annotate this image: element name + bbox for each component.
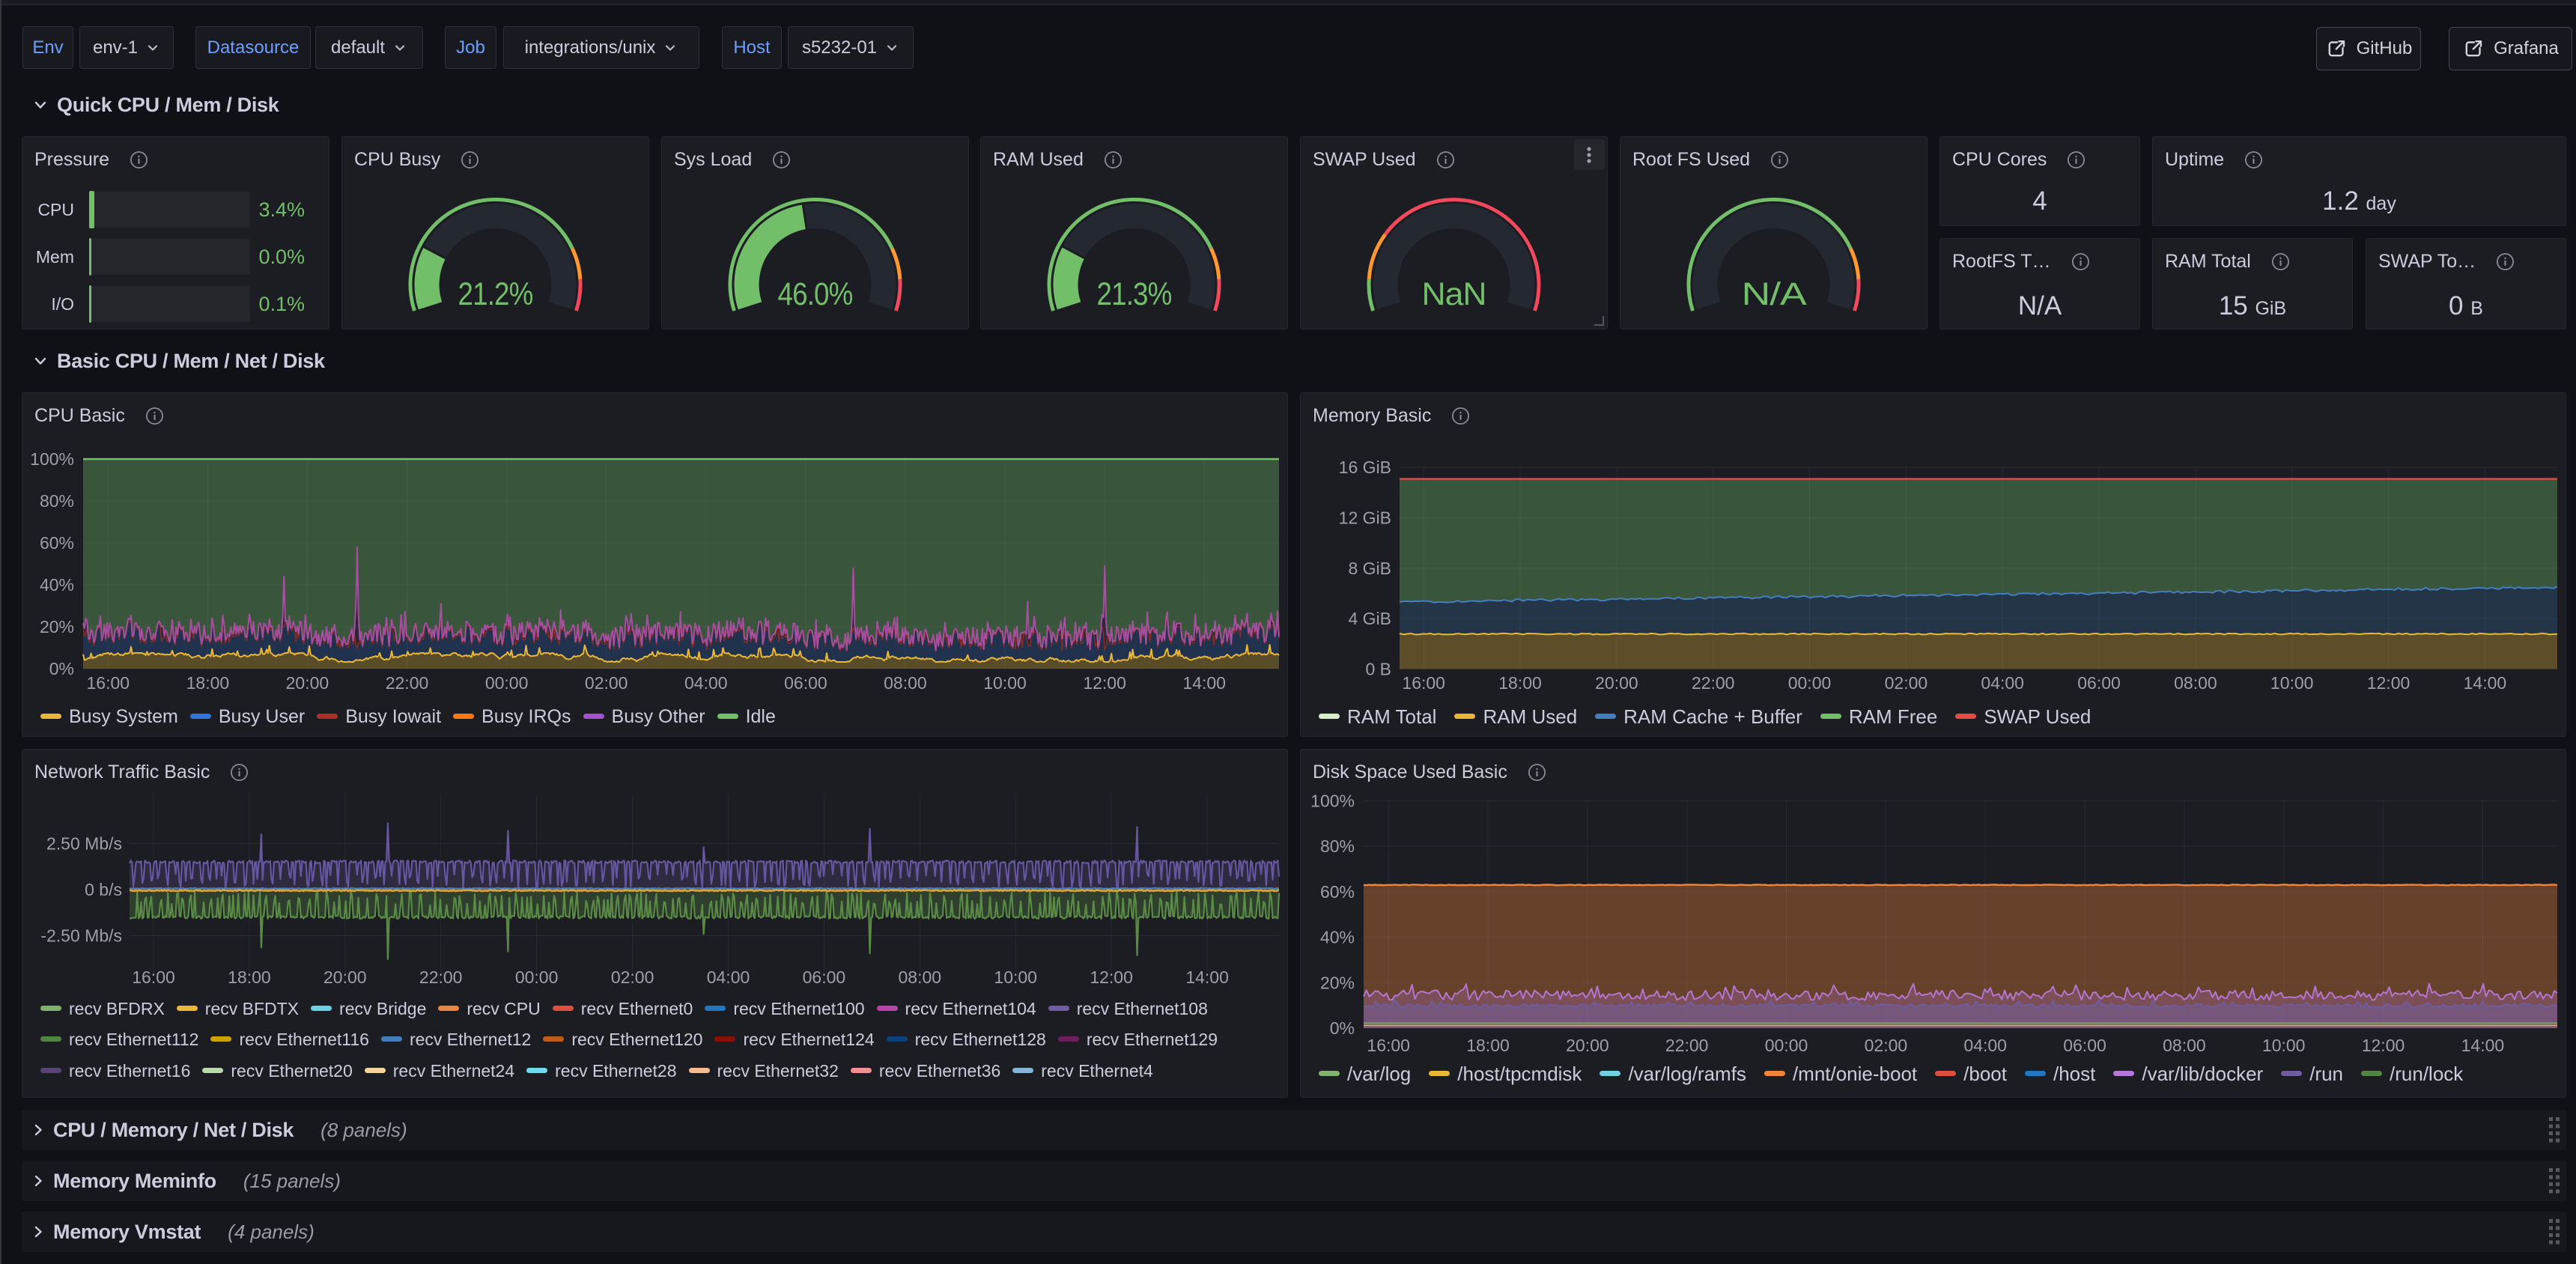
svg-text:0 b/s: 0 b/s bbox=[85, 880, 122, 899]
svg-text:14:00: 14:00 bbox=[2464, 673, 2507, 693]
svg-text:12:00: 12:00 bbox=[2367, 673, 2411, 693]
svg-text:80%: 80% bbox=[1320, 836, 1355, 856]
svg-text:10:00: 10:00 bbox=[2262, 1036, 2306, 1055]
svg-text:10:00: 10:00 bbox=[994, 967, 1037, 987]
svg-text:08:00: 08:00 bbox=[2174, 673, 2217, 693]
svg-text:18:00: 18:00 bbox=[228, 967, 271, 987]
svg-text:06:00: 06:00 bbox=[2063, 1036, 2106, 1055]
svg-text:60%: 60% bbox=[40, 533, 74, 553]
svg-text:18:00: 18:00 bbox=[1466, 1036, 1510, 1055]
svg-text:21.3%: 21.3% bbox=[1097, 276, 1172, 312]
svg-text:02:00: 02:00 bbox=[585, 673, 628, 693]
svg-text:21.2%: 21.2% bbox=[458, 276, 533, 312]
svg-text:20:00: 20:00 bbox=[1595, 673, 1638, 693]
svg-text:46.0%: 46.0% bbox=[778, 276, 853, 312]
svg-text:08:00: 08:00 bbox=[884, 673, 927, 693]
svg-text:12 GiB: 12 GiB bbox=[1339, 508, 1391, 527]
svg-text:16 GiB: 16 GiB bbox=[1339, 458, 1391, 477]
svg-text:06:00: 06:00 bbox=[2077, 673, 2121, 693]
svg-text:4 GiB: 4 GiB bbox=[1348, 609, 1391, 628]
svg-text:00:00: 00:00 bbox=[1788, 673, 1832, 693]
svg-text:02:00: 02:00 bbox=[611, 967, 654, 987]
svg-text:20:00: 20:00 bbox=[1566, 1036, 1609, 1055]
svg-text:10:00: 10:00 bbox=[983, 673, 1027, 693]
svg-text:22:00: 22:00 bbox=[386, 673, 429, 693]
svg-text:N/A: N/A bbox=[1742, 276, 1808, 312]
svg-text:16:00: 16:00 bbox=[87, 673, 130, 693]
svg-text:18:00: 18:00 bbox=[1498, 673, 1542, 693]
svg-text:14:00: 14:00 bbox=[2461, 1036, 2505, 1055]
svg-text:60%: 60% bbox=[1320, 882, 1355, 902]
svg-text:14:00: 14:00 bbox=[1182, 673, 1226, 693]
svg-text:04:00: 04:00 bbox=[1963, 1036, 2007, 1055]
svg-text:10:00: 10:00 bbox=[2270, 673, 2314, 693]
svg-text:8 GiB: 8 GiB bbox=[1348, 559, 1391, 578]
svg-text:04:00: 04:00 bbox=[684, 673, 728, 693]
svg-text:12:00: 12:00 bbox=[1090, 967, 1133, 987]
svg-text:02:00: 02:00 bbox=[1865, 1036, 1908, 1055]
svg-text:16:00: 16:00 bbox=[132, 967, 175, 987]
svg-text:80%: 80% bbox=[40, 491, 74, 511]
svg-text:100%: 100% bbox=[30, 449, 74, 469]
svg-text:02:00: 02:00 bbox=[1885, 673, 1928, 693]
svg-text:18:00: 18:00 bbox=[186, 673, 230, 693]
svg-text:20:00: 20:00 bbox=[286, 673, 329, 693]
svg-text:2.50 Mb/s: 2.50 Mb/s bbox=[46, 834, 122, 854]
svg-text:12:00: 12:00 bbox=[1083, 673, 1126, 693]
svg-text:20%: 20% bbox=[1320, 973, 1355, 992]
svg-text:-2.50 Mb/s: -2.50 Mb/s bbox=[40, 926, 122, 946]
svg-text:0%: 0% bbox=[1330, 1018, 1355, 1038]
svg-text:08:00: 08:00 bbox=[899, 967, 942, 987]
svg-text:22:00: 22:00 bbox=[1665, 1036, 1709, 1055]
svg-text:20%: 20% bbox=[40, 617, 74, 636]
svg-text:22:00: 22:00 bbox=[1692, 673, 1735, 693]
svg-text:14:00: 14:00 bbox=[1185, 967, 1229, 987]
svg-text:12:00: 12:00 bbox=[2362, 1036, 2405, 1055]
svg-text:22:00: 22:00 bbox=[419, 967, 463, 987]
svg-text:0 B: 0 B bbox=[1365, 659, 1391, 678]
svg-text:0%: 0% bbox=[49, 659, 74, 678]
svg-text:40%: 40% bbox=[40, 575, 74, 595]
svg-text:00:00: 00:00 bbox=[485, 673, 529, 693]
svg-text:00:00: 00:00 bbox=[1765, 1036, 1808, 1055]
svg-text:04:00: 04:00 bbox=[1981, 673, 2024, 693]
svg-text:00:00: 00:00 bbox=[515, 967, 559, 987]
svg-text:NaN: NaN bbox=[1422, 276, 1486, 312]
svg-text:16:00: 16:00 bbox=[1402, 673, 1445, 693]
svg-text:100%: 100% bbox=[1310, 791, 1355, 811]
svg-text:06:00: 06:00 bbox=[784, 673, 827, 693]
svg-text:04:00: 04:00 bbox=[707, 967, 750, 987]
svg-text:16:00: 16:00 bbox=[1367, 1036, 1410, 1055]
svg-text:06:00: 06:00 bbox=[803, 967, 846, 987]
svg-text:40%: 40% bbox=[1320, 928, 1355, 947]
svg-text:08:00: 08:00 bbox=[2163, 1036, 2206, 1055]
svg-text:20:00: 20:00 bbox=[323, 967, 367, 987]
